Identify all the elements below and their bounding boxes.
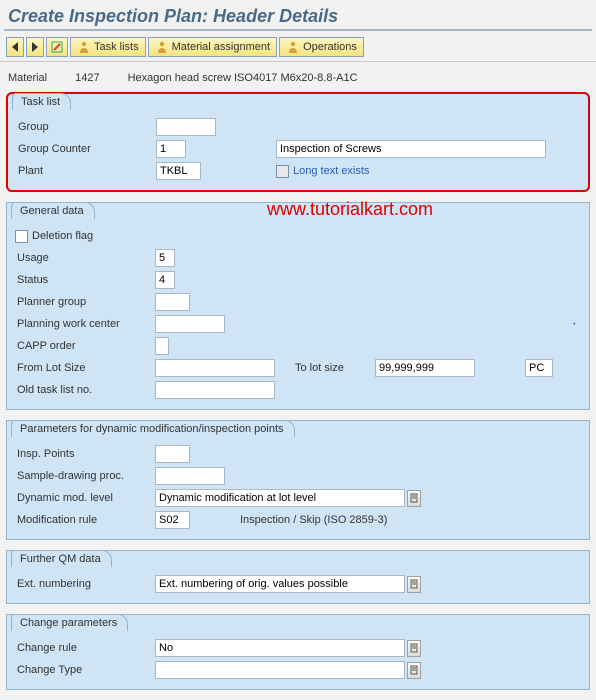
sample-input[interactable] [155, 467, 225, 485]
change-rule-label: Change rule [15, 642, 155, 654]
watermark-text: www.tutorialkart.com [267, 199, 433, 220]
general-section: General data www.tutorialkart.com Deleti… [6, 202, 590, 410]
task-lists-button[interactable]: Task lists [70, 37, 146, 57]
page-title: Create Inspection Plan: Header Details [0, 0, 596, 29]
forward-button[interactable] [26, 37, 44, 57]
qm-section: Further QM data Ext. numbering [6, 550, 590, 604]
group-counter-desc-input[interactable] [276, 140, 546, 158]
usage-input[interactable] [155, 249, 175, 267]
to-lot-label: To lot size [295, 362, 375, 374]
old-tl-input[interactable] [155, 381, 275, 399]
plant-label: Plant [16, 165, 156, 177]
task-list-title: Task list [12, 93, 71, 110]
task-list-section: Task list Group Group Counter Plant Long… [6, 92, 590, 192]
dot-icon: · [572, 315, 577, 333]
from-lot-input[interactable] [155, 359, 275, 377]
mod-rule-desc: Inspection / Skip (ISO 2859-3) [240, 514, 387, 526]
material-line: Material 1427 Hexagon head screw ISO4017… [0, 72, 596, 90]
capp-label: CAPP order [15, 340, 155, 352]
mod-rule-input[interactable] [155, 511, 190, 529]
person-icon [155, 40, 169, 54]
group-label: Group [16, 121, 156, 133]
back-button[interactable] [6, 37, 24, 57]
unit-input[interactable] [525, 359, 553, 377]
status-label: Status [15, 274, 155, 286]
material-desc: Hexagon head screw ISO4017 M6x20-8.8-A1C [128, 72, 358, 84]
operations-button[interactable]: Operations [279, 37, 364, 57]
dropdown-icon[interactable] [407, 640, 421, 657]
material-label: Material [8, 72, 47, 84]
from-lot-label: From Lot Size [15, 362, 155, 374]
material-number: 1427 [75, 72, 99, 84]
dyn-level-input[interactable] [155, 489, 405, 507]
long-text-label: Long text exists [293, 165, 369, 177]
to-lot-input[interactable] [375, 359, 475, 377]
long-text-checkbox[interactable] [276, 165, 289, 178]
forward-icon [31, 42, 39, 52]
person-icon [77, 40, 91, 54]
dropdown-icon[interactable] [407, 576, 421, 593]
qm-title: Further QM data [11, 550, 112, 567]
group-counter-input[interactable] [156, 140, 186, 158]
task-lists-label: Task lists [94, 41, 139, 53]
ext-num-input[interactable] [155, 575, 405, 593]
deletion-flag-label: Deletion flag [32, 230, 93, 242]
usage-label: Usage [15, 252, 155, 264]
status-input[interactable] [155, 271, 175, 289]
planner-group-label: Planner group [15, 296, 155, 308]
dyn-level-label: Dynamic mod. level [15, 492, 155, 504]
mod-rule-label: Modification rule [15, 514, 155, 526]
toolbar: Task lists Material assignment Operation… [0, 35, 596, 59]
person-icon [286, 40, 300, 54]
planning-wc-input[interactable] [155, 315, 225, 333]
title-underline [4, 29, 592, 31]
group-counter-label: Group Counter [16, 143, 156, 155]
dynmod-title: Parameters for dynamic modification/insp… [11, 420, 295, 437]
plant-input[interactable] [156, 162, 201, 180]
change-type-input[interactable] [155, 661, 405, 679]
change-type-label: Change Type [15, 664, 155, 676]
planner-group-input[interactable] [155, 293, 190, 311]
general-title: General data [11, 202, 95, 219]
edit-button[interactable] [46, 37, 68, 57]
toolbar-underline [0, 61, 596, 62]
capp-input[interactable] [155, 337, 169, 355]
dynmod-section: Parameters for dynamic modification/insp… [6, 420, 590, 540]
material-assignment-button[interactable]: Material assignment [148, 37, 277, 57]
edit-icon [51, 41, 63, 53]
old-tl-label: Old task list no. [15, 384, 155, 396]
insp-points-label: Insp. Points [15, 448, 155, 460]
material-assignment-label: Material assignment [172, 41, 270, 53]
operations-label: Operations [303, 41, 357, 53]
dropdown-icon[interactable] [407, 490, 421, 507]
deletion-flag-checkbox[interactable] [15, 230, 28, 243]
change-title: Change parameters [11, 614, 128, 631]
group-input[interactable] [156, 118, 216, 136]
ext-num-label: Ext. numbering [15, 578, 155, 590]
back-icon [11, 42, 19, 52]
sample-label: Sample-drawing proc. [15, 470, 155, 482]
planning-wc-label: Planning work center [15, 318, 155, 330]
change-rule-input[interactable] [155, 639, 405, 657]
insp-points-input[interactable] [155, 445, 190, 463]
change-section: Change parameters Change rule Change Typ… [6, 614, 590, 690]
